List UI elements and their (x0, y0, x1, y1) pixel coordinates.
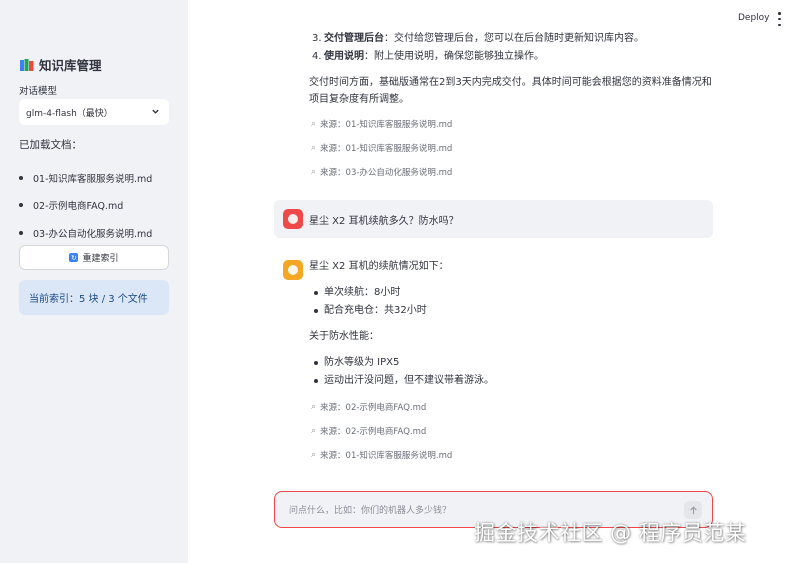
bullet-icon (314, 360, 318, 365)
item-bold: 交付管理后台 (324, 33, 384, 44)
index-status-alert: 当前索引：5 块 / 3 个文件 (19, 280, 169, 315)
source-caption: ⌕ 来源：01-知识库客服服务说明.md (311, 118, 452, 130)
books-icon (20, 58, 34, 71)
list-item: 01-知识库客服服务说明.md (19, 164, 152, 192)
user-avatar-icon (283, 209, 303, 229)
source-caption: ⌕ 来源：03-办公自动化服务说明.md (311, 166, 452, 178)
rebuild-index-label: 重建索引 (82, 254, 119, 264)
source-caption: ⌕ 来源：02-示例电商FAQ.md (311, 425, 426, 437)
answer-intro: 星尘 X2 耳机的续航情况如下： (309, 261, 449, 272)
source-caption: ⌕ 来源：01-知识库客服服务说明.md (311, 142, 452, 154)
answer-list-item: 防水等级为 IPX5 (314, 354, 399, 371)
bullet-icon (314, 308, 318, 313)
doc-name: 03-办公自动化服务说明.md (33, 228, 153, 240)
answer-paragraph: 交付时间方面，基础版通常在2到3天内完成交付。具体时间可能会根据您的资料准备情况… (309, 77, 712, 105)
item-bold: 使用说明 (324, 51, 364, 62)
answer-list-item: 4. 使用说明：附上使用说明，确保您能够独立操作。 (312, 48, 544, 65)
paperclip-icon: ⌕ (311, 450, 317, 460)
bullet-icon (19, 175, 23, 180)
paperclip-icon: ⌕ (311, 143, 317, 153)
list-number: 3. (312, 33, 322, 44)
sidebar: 知识库管理 对话模型 glm-4-flash（最快） 已加载文档： 01-知识库… (0, 0, 188, 563)
answer-list-item: 运动出汗没问题，但不建议带着游泳。 (314, 372, 494, 389)
list-number: 4. (312, 51, 322, 62)
docs-label: 已加载文档： (19, 139, 82, 151)
list-item: 03-办公自动化服务说明.md (19, 219, 152, 247)
chevron-down-icon (152, 109, 159, 114)
bullet-icon (19, 230, 23, 235)
chat-input-placeholder: 问点什么，比如：你们的机器人多少钱？ (289, 506, 452, 516)
item-text: ：交付给您管理后台，您可以在后台随时更新知识库内容。 (384, 33, 644, 44)
list-item: 02-示例电商FAQ.md (19, 192, 152, 220)
model-label: 对话模型 (19, 86, 58, 97)
app-title: 知识库管理 (19, 55, 102, 74)
arrow-up-icon (689, 505, 697, 514)
main-menu-icon[interactable] (777, 12, 782, 26)
paperclip-icon: ⌕ (311, 119, 317, 129)
user-message-text: 星尘 X2 耳机续航多久？防水吗？ (309, 215, 459, 227)
user-message: 星尘 X2 耳机续航多久？防水吗？ (274, 200, 713, 238)
source-text: 来源：02-示例电商FAQ.md (320, 427, 427, 437)
source-text: 来源：01-知识库客服服务说明.md (320, 144, 453, 154)
answer-list-item: 3. 交付管理后台：交付给您管理后台，您可以在后台随时更新知识库内容。 (312, 30, 644, 47)
paperclip-icon: ⌕ (311, 402, 317, 412)
doc-name: 02-示例电商FAQ.md (33, 201, 124, 213)
doc-list: 01-知识库客服服务说明.md 02-示例电商FAQ.md 03-办公自动化服务… (19, 164, 152, 247)
paperclip-icon: ⌕ (311, 426, 317, 436)
assistant-avatar-icon (283, 260, 303, 280)
bullet-icon (19, 203, 23, 208)
doc-name: 01-知识库客服服务说明.md (33, 173, 153, 185)
rebuild-index-button[interactable]: ↻ 重建索引 (19, 245, 169, 270)
answer-subheading: 关于防水性能： (309, 331, 379, 342)
item-text: ：附上使用说明，确保您能够独立操作。 (364, 51, 544, 62)
answer-list-item: 配合充电仓：共32小时 (314, 302, 427, 319)
item-text: 防水等级为 IPX5 (324, 357, 400, 368)
item-text: 单次续航：8小时 (324, 287, 401, 298)
model-select-value: glm-4-flash（最快） (26, 108, 113, 119)
source-text: 来源：01-知识库客服服务说明.md (320, 451, 453, 461)
watermark-text: 掘金技术社区 @ 程序员范某 (474, 521, 747, 545)
index-status-text: 当前索引：5 块 / 3 个文件 (29, 294, 148, 305)
item-text: 运动出汗没问题，但不建议带着游泳。 (324, 375, 494, 386)
paperclip-icon: ⌕ (311, 167, 317, 177)
source-caption: ⌕ 来源：01-知识库客服服务说明.md (311, 449, 452, 461)
deploy-button[interactable]: Deploy (738, 13, 770, 23)
refresh-icon: ↻ (69, 253, 79, 262)
source-caption: ⌕ 来源：02-示例电商FAQ.md (311, 401, 426, 413)
source-text: 来源：03-办公自动化服务说明.md (320, 168, 453, 178)
source-text: 来源：02-示例电商FAQ.md (320, 403, 427, 413)
item-text: 配合充电仓：共32小时 (324, 305, 427, 316)
app-title-text: 知识库管理 (39, 58, 102, 73)
bullet-icon (314, 378, 318, 383)
source-text: 来源：01-知识库客服服务说明.md (320, 120, 453, 130)
bullet-icon (314, 290, 318, 295)
answer-list-item: 单次续航：8小时 (314, 284, 400, 301)
model-select[interactable]: glm-4-flash（最快） (19, 99, 169, 125)
